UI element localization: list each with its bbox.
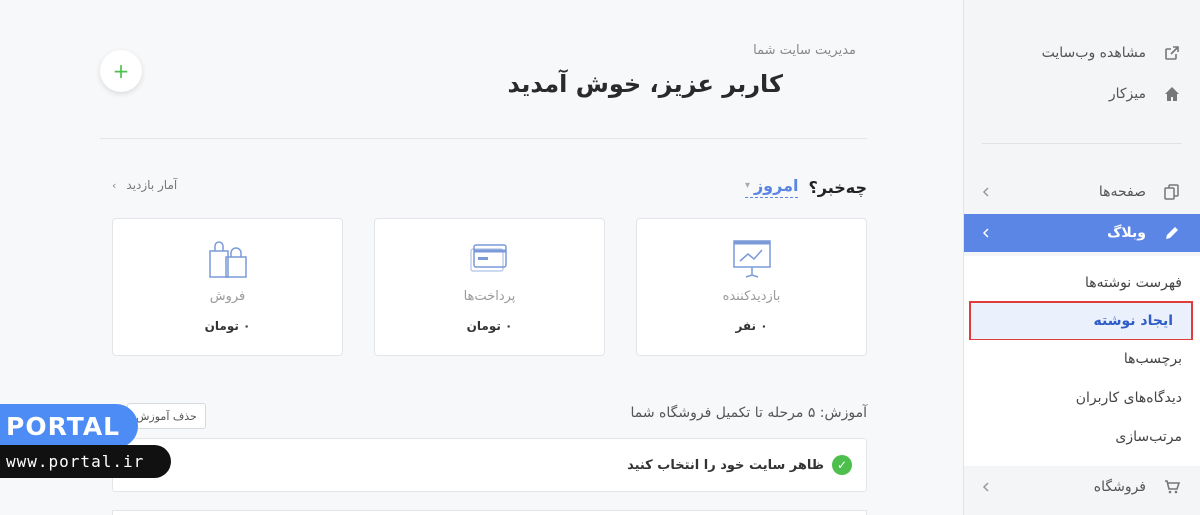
credit-card-icon (468, 237, 512, 281)
submenu-item-create-post[interactable]: ایجاد نوشته (969, 301, 1193, 341)
chevron-down-icon: ▾ (744, 180, 750, 191)
pages-icon (1162, 182, 1182, 202)
portal-logo-badge: PORTAL (0, 404, 138, 448)
submenu-item-comments[interactable]: دیدگاه‌های کاربران (964, 379, 1200, 417)
sidebar-item-label: وبلاگ (1107, 225, 1146, 241)
chevron-left-icon (980, 186, 992, 198)
page-title: کاربر عزیز، خوش آمدید (507, 70, 783, 98)
sidebar-item-blog[interactable]: وبلاگ (964, 214, 1200, 252)
sidebar-divider (982, 143, 1182, 144)
submenu-item-tags[interactable]: برچسب‌ها (964, 340, 1200, 378)
add-button[interactable]: + (100, 50, 142, 92)
sidebar-item-view-site[interactable]: مشاهده وب‌سایت (964, 34, 1200, 72)
presentation-chart-icon (730, 237, 774, 281)
stat-card-payments: پرداخت‌ها ۰ تومان (374, 218, 605, 356)
tutorial-step[interactable] (112, 510, 867, 515)
header-divider (100, 138, 867, 139)
sidebar-item-store[interactable]: فروشگاه (964, 468, 1200, 506)
stat-card-value: ۰ تومان (466, 319, 513, 333)
stat-card-label: پرداخت‌ها (463, 289, 516, 304)
sidebar-item-label: صفحه‌ها (1098, 184, 1146, 200)
sidebar-item-label: فروشگاه (1093, 479, 1146, 495)
chevron-left-icon (980, 481, 992, 493)
external-link-icon (1162, 43, 1182, 63)
period-select-value: امروز (753, 176, 799, 195)
check-icon: ✓ (832, 455, 852, 475)
stat-card-label: بازدیدکننده (722, 289, 781, 304)
sidebar: مشاهده وب‌سایت میزکار صفحه‌ها وبلاگ فهرس… (963, 0, 1200, 515)
cart-icon (1162, 477, 1182, 497)
tutorial-step[interactable]: ✓ ظاهر سایت خود را انتخاب کنید (112, 438, 867, 492)
tutorial-title: آموزش: ۵ مرحله تا تکمیل فروشگاه شما (630, 405, 867, 421)
submenu-item-posts-list[interactable]: فهرست نوشته‌ها (964, 264, 1200, 302)
whats-new-heading: چه‌خبر؟ امروز ▾ (744, 176, 867, 198)
chevron-left-icon (980, 227, 992, 239)
shopping-bags-icon (206, 237, 250, 281)
sidebar-item-dashboard[interactable]: میزکار (964, 75, 1200, 113)
breadcrumb: مدیریت سایت شما (753, 43, 856, 58)
pencil-icon (1162, 223, 1182, 243)
sidebar-item-label: مشاهده وب‌سایت (1041, 45, 1146, 61)
stat-card-visitors: بازدیدکننده ۰ نفر (636, 218, 867, 356)
stat-card-value: ۰ تومان (204, 319, 251, 333)
submenu-item-sort[interactable]: مرتب‌سازی (964, 418, 1200, 456)
period-select[interactable]: امروز ▾ (744, 176, 799, 198)
stat-card-label: فروش (209, 289, 246, 304)
tutorial-step-label: ظاهر سایت خود را انتخاب کنید (627, 457, 824, 473)
home-icon (1162, 84, 1182, 104)
visit-stats-link[interactable]: آمار بازدید › (112, 178, 177, 192)
whats-new-label: چه‌خبر؟ (808, 177, 867, 197)
blog-submenu: فهرست نوشته‌ها ایجاد نوشته برچسب‌ها دیدگ… (964, 256, 1200, 466)
sidebar-item-label: میزکار (1108, 86, 1146, 102)
chevron-left-icon: › (112, 178, 117, 192)
stat-card-value: ۰ نفر (735, 319, 768, 333)
portal-url-badge: www.portal.ir (0, 445, 171, 478)
delete-tutorial-button[interactable]: حذف آموزش (127, 403, 206, 429)
sidebar-item-pages[interactable]: صفحه‌ها (964, 173, 1200, 211)
stat-card-sales: فروش ۰ تومان (112, 218, 343, 356)
visit-stats-label: آمار بازدید (126, 178, 178, 192)
